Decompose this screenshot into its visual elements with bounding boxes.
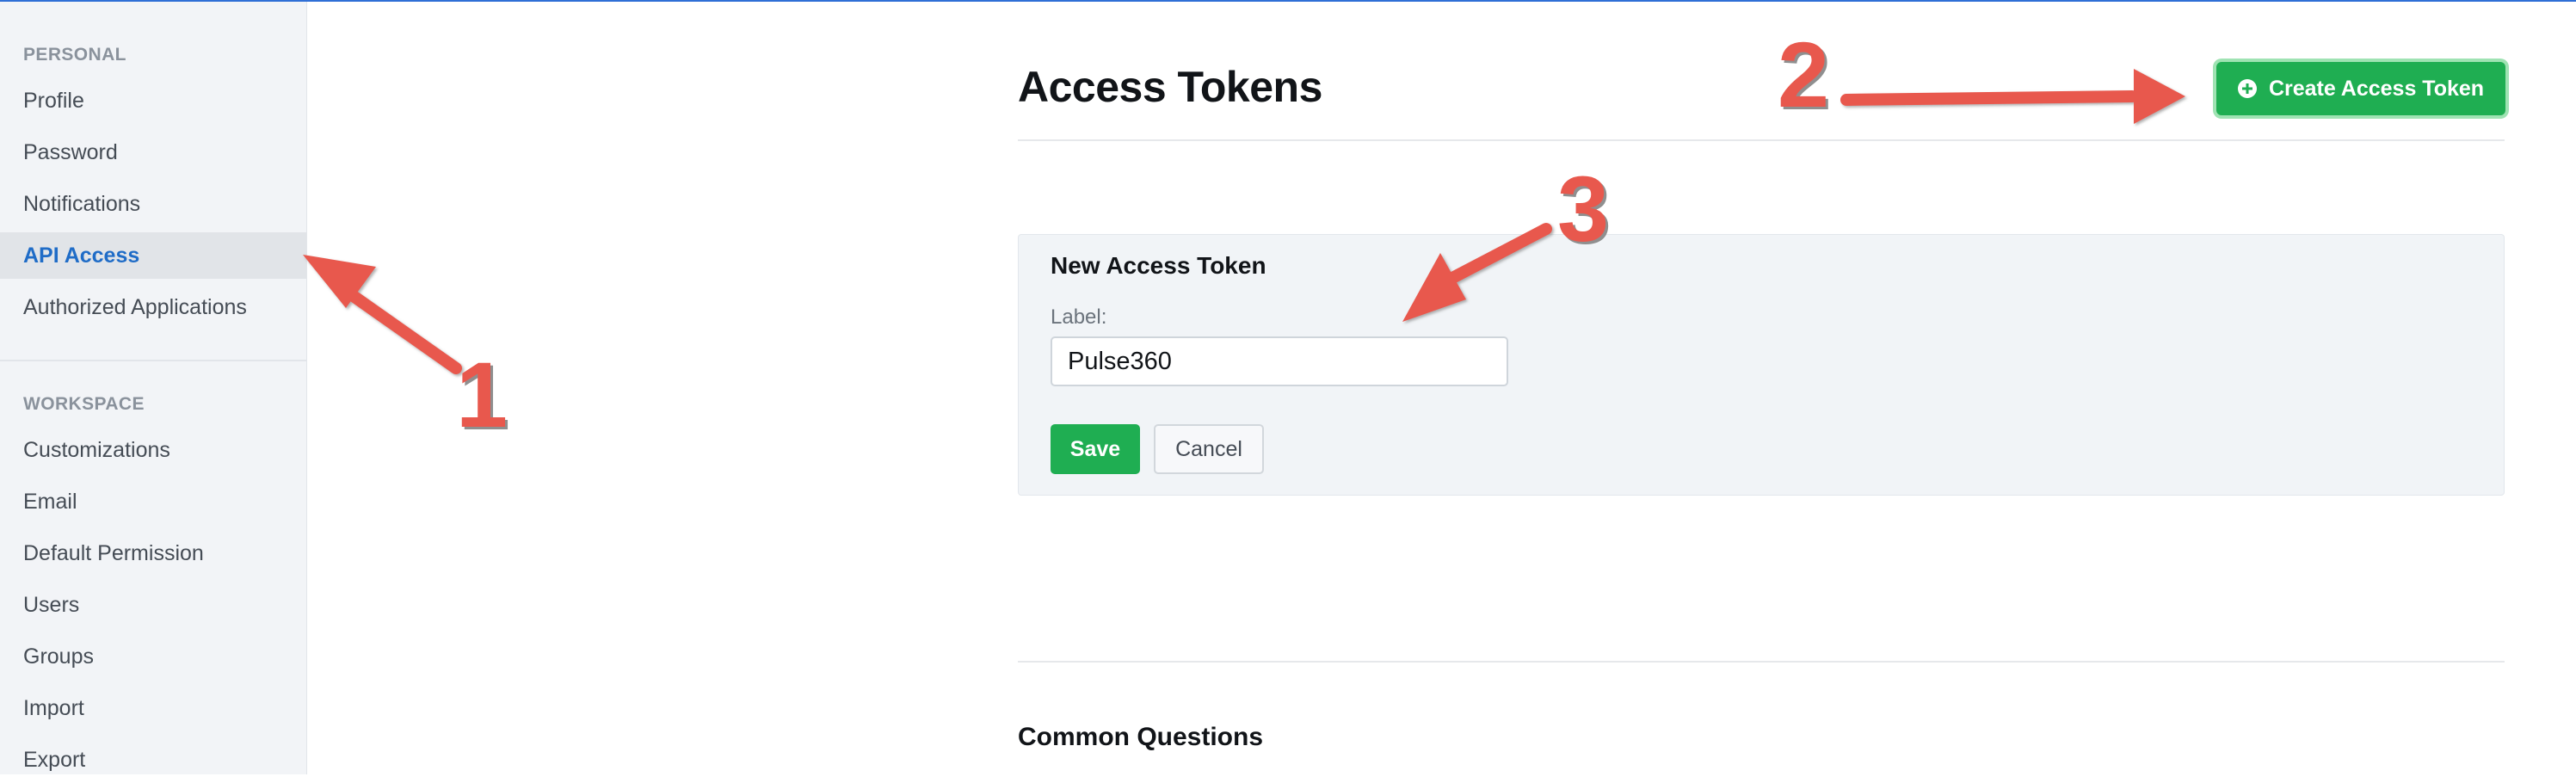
annotation-arrow-2 [1840,69,2185,124]
annotation-arrow-1 [303,255,462,374]
annotation-number-3: 3 [1557,157,1610,261]
annotation-arrows [303,69,2185,374]
annotation-arrow-3 [1402,223,1552,322]
annotation-number-1: 1 [456,342,508,447]
annotation-number-2: 2 [1778,22,1830,126]
